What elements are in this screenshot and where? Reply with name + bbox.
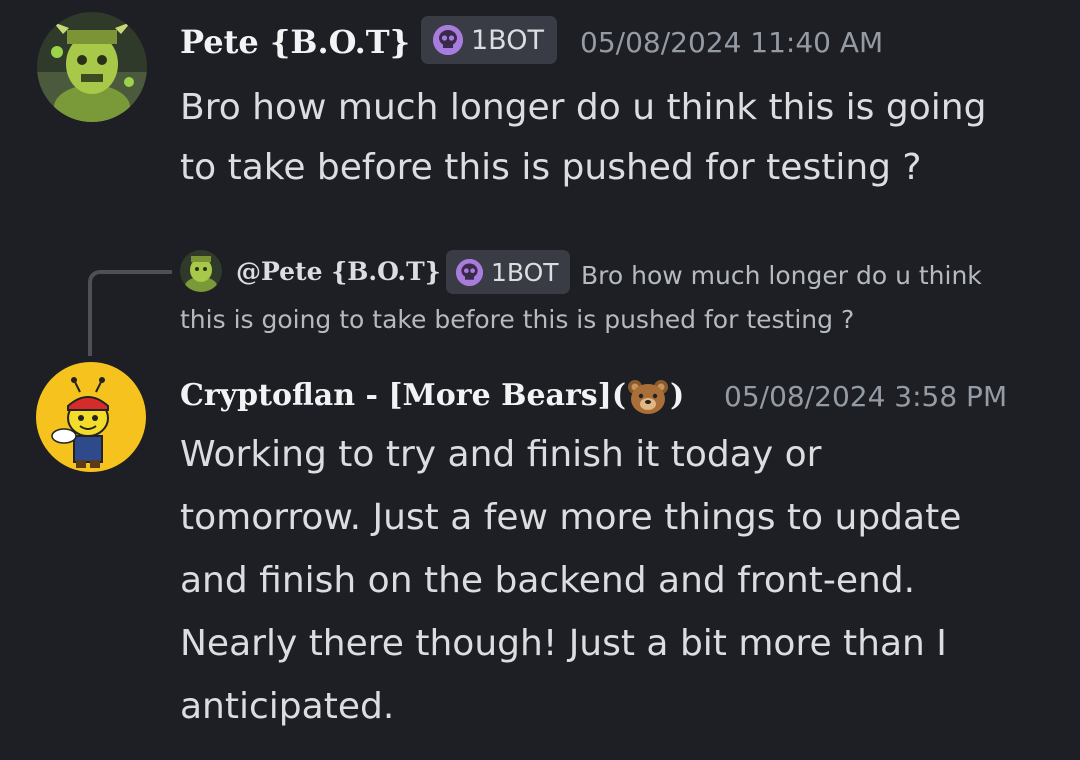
- reply-pete-avatar[interactable]: [180, 250, 222, 292]
- username-suffix: ): [670, 378, 685, 413]
- message-timestamp[interactable]: 05/08/2024 11:40 AM: [580, 24, 883, 62]
- cryptoflan-username[interactable]: Cryptoflan - [More Bears]( ): [180, 373, 684, 419]
- reply-connector: [88, 270, 172, 356]
- reply-mention[interactable]: @Pete {B.O.T}: [236, 252, 441, 292]
- bot-role-tag[interactable]: 1BOT: [421, 16, 557, 64]
- pete-username[interactable]: Pete {B.O.T}: [180, 20, 410, 64]
- skull-icon: [456, 258, 483, 286]
- message-timestamp[interactable]: 05/08/2024 3:58 PM: [724, 378, 1007, 416]
- bear-face-icon: [626, 378, 670, 416]
- chat-view: Pete {B.O.T} 1BOT 05/08/2024 11:40 AM Br…: [0, 0, 1080, 760]
- message-line: to take before this is pushed for testin…: [180, 147, 922, 188]
- message-content: Bro how much longer do u think this is g…: [180, 78, 986, 198]
- reply-preview-line: Bro how much longer do u think: [581, 261, 982, 290]
- message-line: and finish on the backend and front-end.: [180, 560, 916, 601]
- username-text: Cryptoflan - [More Bears](: [180, 378, 627, 413]
- skull-icon: [433, 25, 463, 55]
- reply-bot-role-tag[interactable]: 1BOT: [446, 250, 570, 294]
- message-line: Bro how much longer do u think this is g…: [180, 87, 987, 128]
- message-content: Working to try and finish it today or to…: [180, 423, 961, 738]
- message-line: anticipated.: [180, 686, 395, 727]
- message-line: Working to try and finish it today or: [180, 434, 822, 475]
- pete-avatar[interactable]: [37, 12, 147, 122]
- tag-label: 1BOT: [491, 257, 559, 287]
- tag-label: 1BOT: [471, 24, 544, 56]
- message-line: tomorrow. Just a few more things to upda…: [180, 497, 962, 538]
- message-line: Nearly there though! Just a bit more tha…: [180, 623, 947, 664]
- cryptoflan-avatar[interactable]: [36, 362, 146, 472]
- reply-preview-line: this is going to take before this is pus…: [180, 305, 855, 334]
